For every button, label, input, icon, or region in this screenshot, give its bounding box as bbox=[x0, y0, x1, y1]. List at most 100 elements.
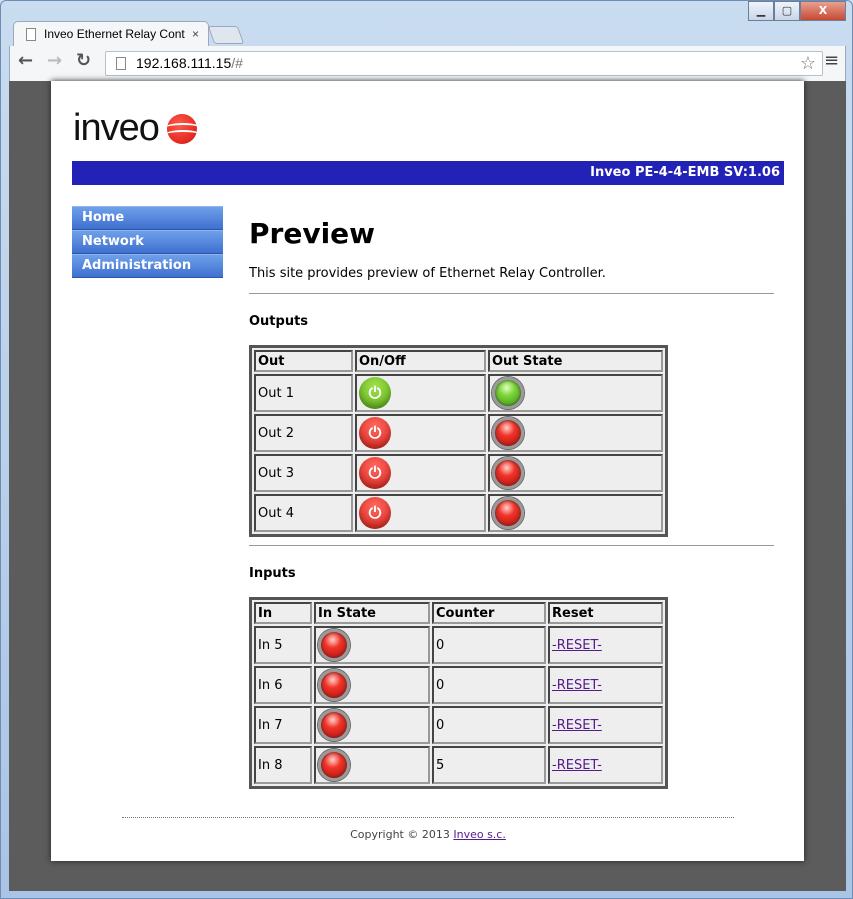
output-row: Out 2 ⏻ bbox=[254, 414, 663, 452]
output-state-led-icon bbox=[492, 497, 524, 529]
page-description: This site provides preview of Ethernet R… bbox=[249, 266, 606, 281]
window-controls: ▁ ▢ X bbox=[748, 1, 846, 21]
output-row: Out 3 ⏻ bbox=[254, 454, 663, 492]
divider bbox=[249, 545, 774, 546]
column-header: On/Off bbox=[355, 350, 486, 372]
column-header: Out State bbox=[488, 350, 663, 372]
reset-counter-link[interactable]: -RESET- bbox=[552, 678, 602, 693]
state-cell bbox=[488, 454, 663, 492]
page-icon bbox=[116, 57, 126, 70]
input-row: In 5 0 -RESET- bbox=[254, 626, 663, 664]
input-state-led-icon bbox=[318, 669, 350, 701]
toggle-cell: ⏻ bbox=[355, 414, 486, 452]
state-cell bbox=[314, 666, 430, 704]
inveo-link[interactable]: Inveo s.c. bbox=[453, 828, 506, 841]
output-state-led-icon bbox=[492, 377, 524, 409]
sidebar-item-home[interactable]: Home bbox=[72, 206, 223, 230]
input-name: In 5 bbox=[254, 626, 312, 664]
close-tab-icon[interactable]: × bbox=[192, 22, 199, 46]
reset-cell: -RESET- bbox=[548, 626, 663, 664]
divider bbox=[249, 293, 774, 294]
outputs-table: Out On/Off Out State Out 1 ⏻ Out 2 ⏻ Out… bbox=[249, 345, 668, 537]
reset-cell: -RESET- bbox=[548, 746, 663, 784]
input-name: In 6 bbox=[254, 666, 312, 704]
column-header: In bbox=[254, 602, 312, 624]
close-window-button[interactable]: X bbox=[800, 1, 846, 21]
browser-window: ▁ ▢ X Inveo Ethernet Relay Cont × ← → ↻ … bbox=[0, 0, 853, 899]
logo-icon bbox=[166, 113, 197, 144]
output-state-led-icon bbox=[492, 457, 524, 489]
bookmark-star-icon[interactable]: ☆ bbox=[800, 52, 816, 75]
main-content: Preview This site provides preview of Et… bbox=[249, 217, 774, 789]
state-cell bbox=[314, 746, 430, 784]
toggle-cell: ⏻ bbox=[355, 454, 486, 492]
page: inveo Inveo PE-4-4-EMB SV:1.06 Home Netw… bbox=[51, 81, 804, 861]
input-row: In 6 0 -RESET- bbox=[254, 666, 663, 704]
logo: inveo bbox=[73, 107, 197, 150]
input-counter: 5 bbox=[432, 746, 546, 784]
output-name: Out 2 bbox=[254, 414, 353, 452]
input-state-led-icon bbox=[318, 709, 350, 741]
reset-cell: -RESET- bbox=[548, 706, 663, 744]
menu-icon[interactable]: ≡ bbox=[824, 50, 839, 71]
state-cell bbox=[488, 374, 663, 412]
page-title: Preview bbox=[249, 217, 376, 250]
power-toggle-button[interactable]: ⏻ bbox=[359, 457, 391, 489]
column-header: In State bbox=[314, 602, 430, 624]
output-row: Out 4 ⏻ bbox=[254, 494, 663, 532]
tab-title: Inveo Ethernet Relay Cont bbox=[44, 27, 185, 41]
footer: Copyright © 2013 Inveo s.c. bbox=[122, 817, 734, 841]
sidebar-item-administration[interactable]: Administration bbox=[72, 254, 223, 278]
state-cell bbox=[314, 626, 430, 664]
reset-counter-link[interactable]: -RESET- bbox=[552, 718, 602, 733]
back-icon[interactable]: ← bbox=[18, 50, 33, 71]
page-icon bbox=[26, 28, 36, 41]
state-cell bbox=[488, 494, 663, 532]
column-header: Out bbox=[254, 350, 353, 372]
toggle-cell: ⏻ bbox=[355, 494, 486, 532]
output-row: Out 1 ⏻ bbox=[254, 374, 663, 412]
inputs-table: In In State Counter Reset In 5 0 -RESET-… bbox=[249, 597, 668, 789]
maximize-button[interactable]: ▢ bbox=[774, 1, 800, 21]
output-name: Out 3 bbox=[254, 454, 353, 492]
reset-cell: -RESET- bbox=[548, 666, 663, 704]
address-bar[interactable]: 192.168.111.15/# ☆ bbox=[105, 51, 823, 76]
input-name: In 8 bbox=[254, 746, 312, 784]
logo-text: inveo bbox=[73, 107, 160, 149]
column-header: Counter bbox=[432, 602, 546, 624]
input-state-led-icon bbox=[318, 749, 350, 781]
state-cell bbox=[488, 414, 663, 452]
minimize-button[interactable]: ▁ bbox=[748, 1, 774, 21]
power-toggle-button[interactable]: ⏻ bbox=[359, 497, 391, 529]
url-host: 192.168.111.15 bbox=[136, 55, 232, 71]
output-name: Out 4 bbox=[254, 494, 353, 532]
power-toggle-button[interactable]: ⏻ bbox=[359, 417, 391, 449]
sidebar-item-network[interactable]: Network bbox=[72, 230, 223, 254]
viewport: inveo Inveo PE-4-4-EMB SV:1.06 Home Netw… bbox=[9, 81, 846, 891]
input-name: In 7 bbox=[254, 706, 312, 744]
forward-icon[interactable]: → bbox=[47, 50, 62, 71]
toggle-cell: ⏻ bbox=[355, 374, 486, 412]
reload-icon[interactable]: ↻ bbox=[76, 50, 91, 71]
copyright-text: Copyright © 2013 bbox=[350, 828, 454, 841]
browser-toolbar: ← → ↻ 192.168.111.15/# ☆ ≡ bbox=[9, 46, 846, 81]
input-state-led-icon bbox=[318, 629, 350, 661]
sidebar: Home Network Administration bbox=[72, 206, 223, 278]
browser-tab[interactable]: Inveo Ethernet Relay Cont × bbox=[13, 21, 209, 47]
outputs-heading: Outputs bbox=[249, 314, 309, 329]
inputs-heading: Inputs bbox=[249, 566, 296, 581]
new-tab-button[interactable] bbox=[207, 26, 245, 44]
reset-counter-link[interactable]: -RESET- bbox=[552, 758, 602, 773]
url-path: /# bbox=[231, 55, 243, 71]
state-cell bbox=[314, 706, 430, 744]
column-header: Reset bbox=[548, 602, 663, 624]
device-banner: Inveo PE-4-4-EMB SV:1.06 bbox=[72, 161, 784, 185]
reset-counter-link[interactable]: -RESET- bbox=[552, 638, 602, 653]
power-toggle-button[interactable]: ⏻ bbox=[359, 377, 391, 409]
output-name: Out 1 bbox=[254, 374, 353, 412]
input-counter: 0 bbox=[432, 666, 546, 704]
input-counter: 0 bbox=[432, 706, 546, 744]
input-counter: 0 bbox=[432, 626, 546, 664]
input-row: In 7 0 -RESET- bbox=[254, 706, 663, 744]
input-row: In 8 5 -RESET- bbox=[254, 746, 663, 784]
